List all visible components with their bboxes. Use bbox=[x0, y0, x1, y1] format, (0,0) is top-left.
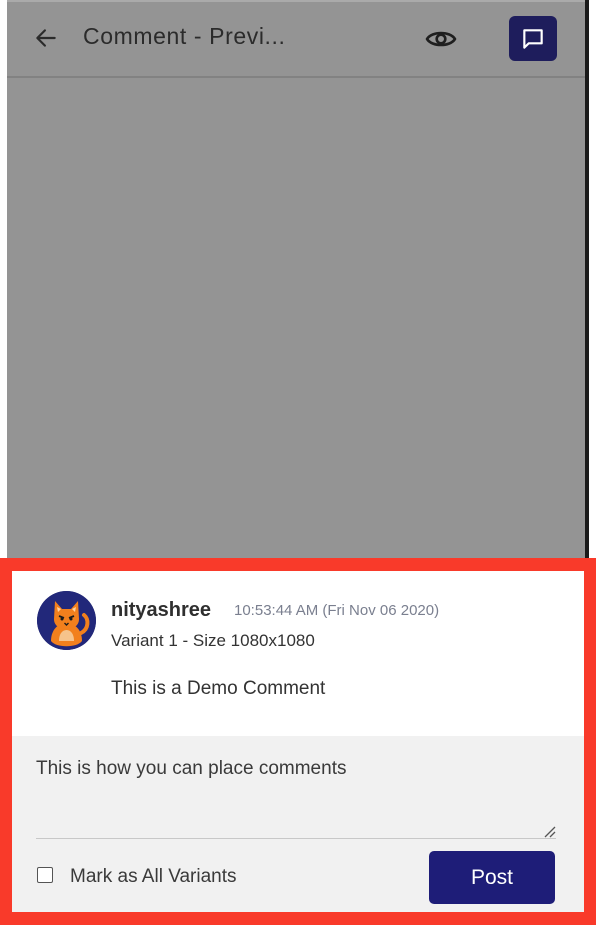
comment-compose: This is how you can place comments Mark … bbox=[12, 736, 584, 912]
arrow-left-icon bbox=[36, 29, 56, 47]
comment-text: This is a Demo Comment bbox=[111, 678, 326, 699]
comments-toggle-button[interactable] bbox=[509, 16, 557, 61]
cat-avatar-icon bbox=[37, 591, 96, 650]
back-button[interactable] bbox=[30, 22, 62, 54]
left-edge bbox=[0, 0, 7, 558]
preview-overlay bbox=[7, 0, 585, 558]
comment-timestamp: 10:53:44 AM (Fri Nov 06 2020) bbox=[234, 602, 440, 619]
resize-grip-icon[interactable] bbox=[542, 824, 556, 838]
top-border bbox=[7, 0, 585, 2]
preview-toggle-button[interactable] bbox=[423, 22, 459, 56]
comment-panel: nityashree 10:53:44 AM (Fri Nov 06 2020)… bbox=[12, 571, 584, 912]
user-avatar bbox=[37, 591, 96, 650]
header-divider bbox=[7, 76, 585, 78]
comment-textarea[interactable]: This is how you can place comments bbox=[36, 754, 556, 839]
eye-icon bbox=[425, 31, 457, 47]
mark-all-variants-label[interactable]: Mark as All Variants bbox=[70, 866, 236, 888]
post-button[interactable]: Post bbox=[429, 851, 555, 904]
comment-username: nityashree bbox=[111, 599, 212, 621]
page-title: Comment - Previ... bbox=[83, 23, 286, 49]
comment-icon bbox=[523, 28, 543, 49]
comment-variant: Variant 1 - Size 1080x1080 bbox=[111, 631, 315, 650]
right-edge-border bbox=[585, 0, 589, 558]
comment-item: nityashree 10:53:44 AM (Fri Nov 06 2020)… bbox=[12, 571, 584, 736]
comment-preview-screen: Comment - Previ... nityashree 10:53:44 A… bbox=[0, 0, 596, 925]
mark-all-variants-checkbox[interactable] bbox=[37, 867, 53, 883]
